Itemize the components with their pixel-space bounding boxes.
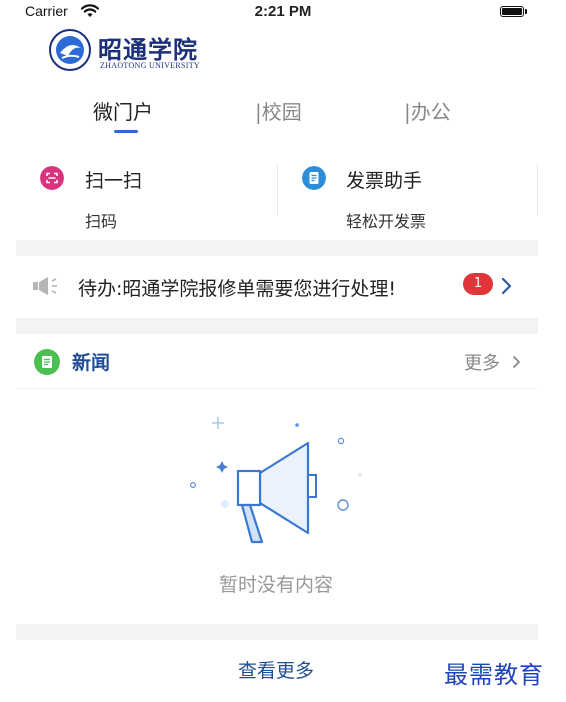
tab-office[interactable]: |办公 [404,96,451,125]
megaphone-icon [33,277,57,295]
university-name-en: ZHAOTONG UNIVERSITY [100,61,200,70]
shortcut-scan[interactable]: 扫一扫 扫码 [16,158,276,238]
watermark-text: 最需教育 [444,661,544,689]
section-divider [16,318,538,334]
portal-tabs: 微门户 |校园 |办公 [0,96,566,136]
tab-micro-portal[interactable]: 微门户 [93,96,153,125]
shortcut-scan-title: 扫一扫 [85,170,143,192]
shortcut-invoice[interactable]: 发票助手 轻松开发票 [278,158,538,238]
university-logo: 昭通学院 ZHAOTONG UNIVERSITY [48,28,218,74]
chevron-right-icon[interactable] [512,355,522,369]
megaphone-illustration [190,417,362,544]
university-emblem-icon [49,29,91,71]
clock: 2:21 PM [254,3,312,20]
news-section-title: 新闻 [72,352,111,374]
empty-state-text: 暂时没有内容 [218,574,333,596]
todo-notice-text: 待办:昭通学院报修单需要您进行处理! [78,278,397,300]
shortcut-invoice-subtitle: 轻松开发票 [346,212,427,231]
todo-notice[interactable]: 待办:昭通学院报修单需要您进行处理! 1 [16,256,538,316]
shortcut-invoice-title: 发票助手 [346,170,423,192]
university-name-cn: 昭通学院 [98,35,198,64]
battery-icon [500,6,524,17]
section-divider [16,240,538,256]
todo-count-badge: 1 [463,273,493,295]
scan-icon [40,166,64,190]
shortcut-panel: 扫一扫 扫码 发票助手 轻松开发票 [16,158,538,238]
news-icon [34,349,60,375]
invoice-icon [302,166,326,190]
news-more-link[interactable]: 更多 [464,349,500,375]
chevron-right-icon [501,277,512,295]
tab-campus[interactable]: |校园 [255,96,302,125]
shortcut-scan-subtitle: 扫码 [85,212,118,231]
section-divider [16,624,538,640]
status-bar: Carrier 2:21 PM [0,0,566,24]
active-tab-indicator [114,130,138,133]
news-section-header: 新闻 更多 [16,334,538,389]
